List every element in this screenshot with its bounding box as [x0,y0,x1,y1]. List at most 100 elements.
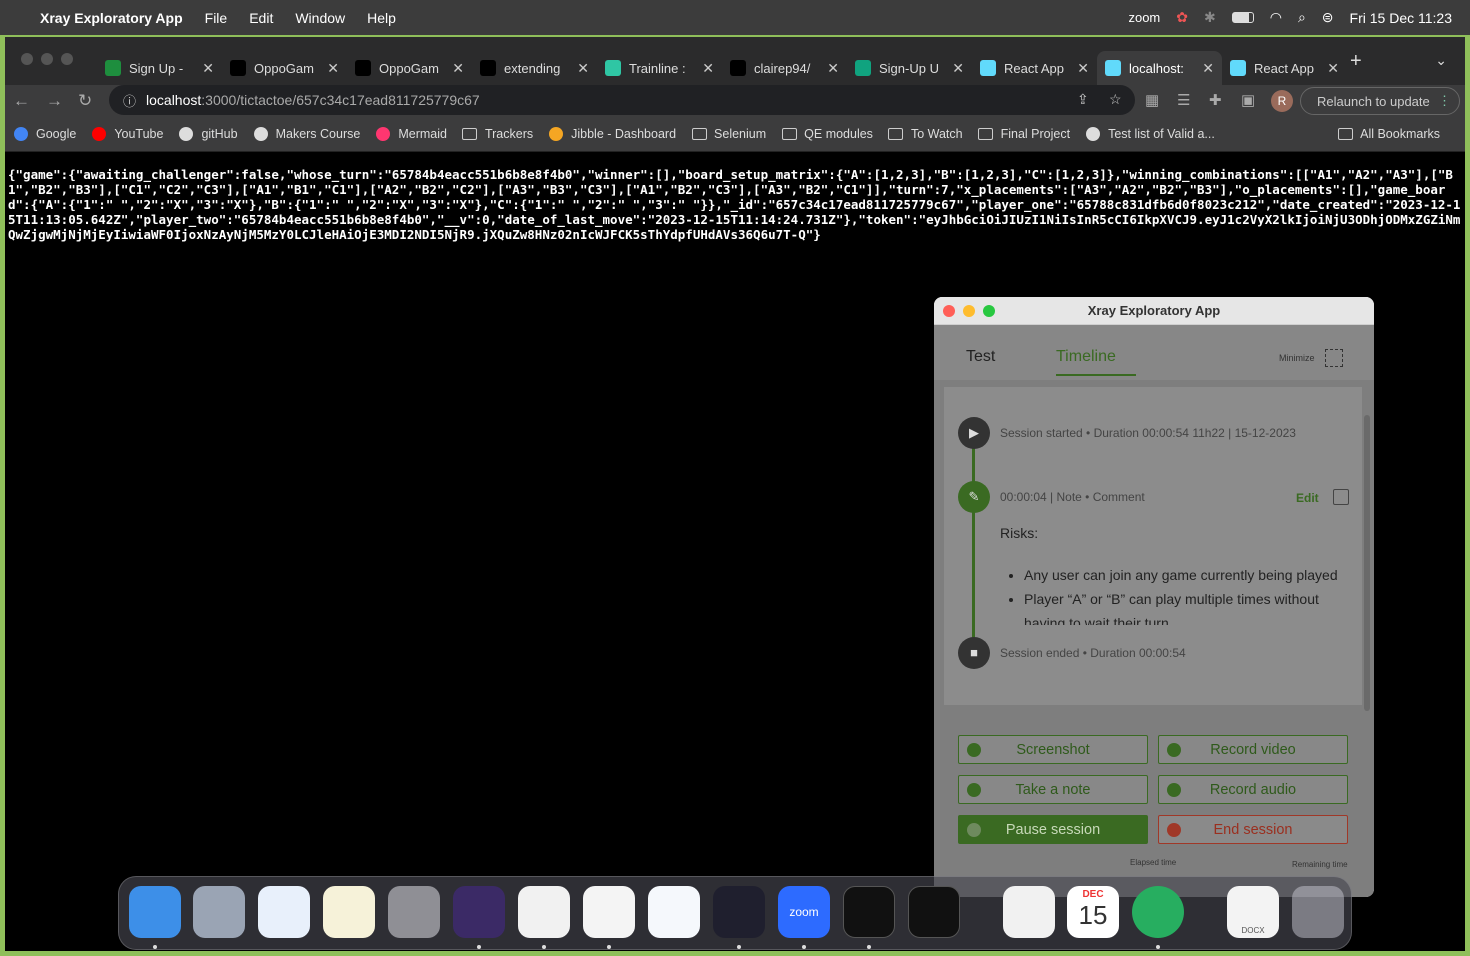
take-note-button[interactable]: Take a note [958,775,1148,804]
site-info-icon[interactable]: ⓘ [123,91,136,110]
wifi-icon[interactable]: ◠ [1270,9,1282,26]
menu-file[interactable]: File [205,10,228,26]
edit-note-button[interactable]: Edit [1296,491,1319,505]
terminal-icon[interactable] [843,886,895,938]
browser-tab[interactable]: OppoGam ✕ [347,51,472,85]
bluetooth-icon[interactable]: ✱ [1204,9,1216,26]
bookmark-item[interactable]: QE modules [781,127,873,141]
address-bar[interactable]: ⓘ localhost:3000/tictactoe/657c34c17ead8… [109,85,1135,115]
tab-search-chevron-icon[interactable]: ⌄ [1435,52,1447,69]
forward-button[interactable]: → [46,91,63,111]
bookmark-star-icon[interactable]: ☆ [1109,91,1122,108]
vscode-icon[interactable] [648,886,700,938]
chrome-icon[interactable] [518,886,570,938]
bookmark-item[interactable]: YouTube [91,127,163,141]
safari-icon[interactable] [258,886,310,938]
browser-tab[interactable]: OppoGam ✕ [222,51,347,85]
trash-icon[interactable] [1292,886,1344,938]
xray-close-button[interactable] [943,305,955,317]
close-tab-icon[interactable]: ✕ [1202,60,1214,77]
note-checkbox[interactable] [1333,489,1349,505]
menu-help[interactable]: Help [367,10,396,26]
close-tab-icon[interactable]: ✕ [1327,60,1339,77]
battery-icon[interactable] [1231,12,1254,23]
extension-icon[interactable]: ▦ [1145,91,1159,109]
running-indicator [1156,945,1160,949]
profile-avatar[interactable]: R [1271,90,1293,112]
reload-button[interactable]: ↻ [78,91,92,111]
all-bookmarks[interactable]: All Bookmarks [1337,127,1440,141]
more-menu-icon[interactable]: ⋮ [1438,93,1451,109]
zoom-app-icon[interactable]: zoom [778,886,830,938]
zoom-window-button[interactable] [61,53,73,65]
record-video-button[interactable]: Record video [1158,735,1348,764]
bookmark-item[interactable]: To Watch [888,127,963,141]
share-icon[interactable]: ⇪ [1077,91,1089,108]
notes-icon[interactable] [323,886,375,938]
close-tab-icon[interactable]: ✕ [827,60,839,77]
minimize-window-button[interactable] [41,53,53,65]
bookmark-item[interactable]: Selenium [691,127,766,141]
tab-test[interactable]: Test [966,348,995,366]
xray-minimize-button[interactable] [963,305,975,317]
bookmark-item[interactable]: gitHub [178,127,238,141]
lightning-app-icon[interactable] [1132,886,1184,938]
docx-file-icon[interactable]: DOCX [1227,886,1279,938]
close-tab-icon[interactable]: ✕ [452,60,464,77]
reading-list-icon[interactable]: ☰ [1177,91,1190,109]
browser-tab[interactable]: clairep94/ ✕ [722,51,847,85]
relaunch-to-update-button[interactable]: Relaunch to update ⋮ [1300,87,1460,115]
active-app-name[interactable]: Xray Exploratory App [40,10,183,26]
browser-tab[interactable]: Sign-Up U ✕ [847,51,972,85]
bookmark-item[interactable]: Makers Course [253,127,360,141]
minimize-icon[interactable] [1325,349,1343,367]
browser-tab[interactable]: React App ✕ [1222,51,1347,85]
screenshot-button[interactable]: Screenshot [958,735,1148,764]
new-tab-button[interactable]: + [1350,50,1362,73]
system-settings-icon[interactable] [388,886,440,938]
butterfly-icon[interactable]: ✿ [1176,9,1188,26]
close-window-button[interactable] [21,53,33,65]
browser-tab[interactable]: Sign Up - ✕ [97,51,222,85]
extensions-puzzle-icon[interactable]: ✚ [1209,91,1222,109]
minimize-label[interactable]: Minimize [1279,353,1315,363]
bookmark-item[interactable]: Google [13,127,76,141]
end-session-button[interactable]: End session [1158,815,1348,844]
bookmark-item[interactable]: Trackers [462,127,533,141]
close-tab-icon[interactable]: ✕ [327,60,339,77]
browser-tab[interactable]: extending ✕ [472,51,597,85]
menubar-clock[interactable]: Fri 15 Dec 11:23 [1350,10,1452,26]
bookmark-item[interactable]: Final Project [978,127,1070,141]
menu-edit[interactable]: Edit [249,10,273,26]
close-tab-icon[interactable]: ✕ [1077,60,1089,77]
close-tab-icon[interactable]: ✕ [202,60,214,77]
calendar-icon[interactable]: DEC 15 [1067,886,1119,938]
xray-zoom-button[interactable] [983,305,995,317]
finder-icon[interactable] [129,886,181,938]
browser-tab[interactable]: React App ✕ [972,51,1097,85]
control-center-icon[interactable]: ⊜ [1322,9,1334,26]
launchpad-icon[interactable] [193,886,245,938]
tab-timeline[interactable]: Timeline [1056,348,1136,376]
slack-icon[interactable] [583,886,635,938]
close-tab-icon[interactable]: ✕ [577,60,589,77]
menu-window[interactable]: Window [295,10,345,26]
firefox-icon[interactable] [453,886,505,938]
timeline-scrollbar[interactable] [1364,415,1370,711]
side-panel-icon[interactable]: ▣ [1241,91,1255,109]
record-audio-button[interactable]: Record audio [1158,775,1348,804]
back-button[interactable]: ← [13,91,30,111]
bookmark-item[interactable]: Jibble - Dashboard [548,127,676,141]
browser-tab[interactable]: localhost: ✕ [1097,51,1222,85]
pause-session-button[interactable]: Pause session [958,815,1148,844]
bookmark-item[interactable]: Test list of Valid a... [1085,127,1215,141]
intellij-icon[interactable] [713,886,765,938]
close-tab-icon[interactable]: ✕ [952,60,964,77]
activity-monitor-icon[interactable] [908,886,960,938]
zoom-status[interactable]: zoom [1128,10,1160,25]
chrome-icon[interactable] [1003,886,1055,938]
browser-tab[interactable]: Trainline : ✕ [597,51,722,85]
spotlight-search-icon[interactable]: ⌕ [1298,9,1306,26]
close-tab-icon[interactable]: ✕ [702,60,714,77]
bookmark-item[interactable]: Mermaid [375,127,447,141]
